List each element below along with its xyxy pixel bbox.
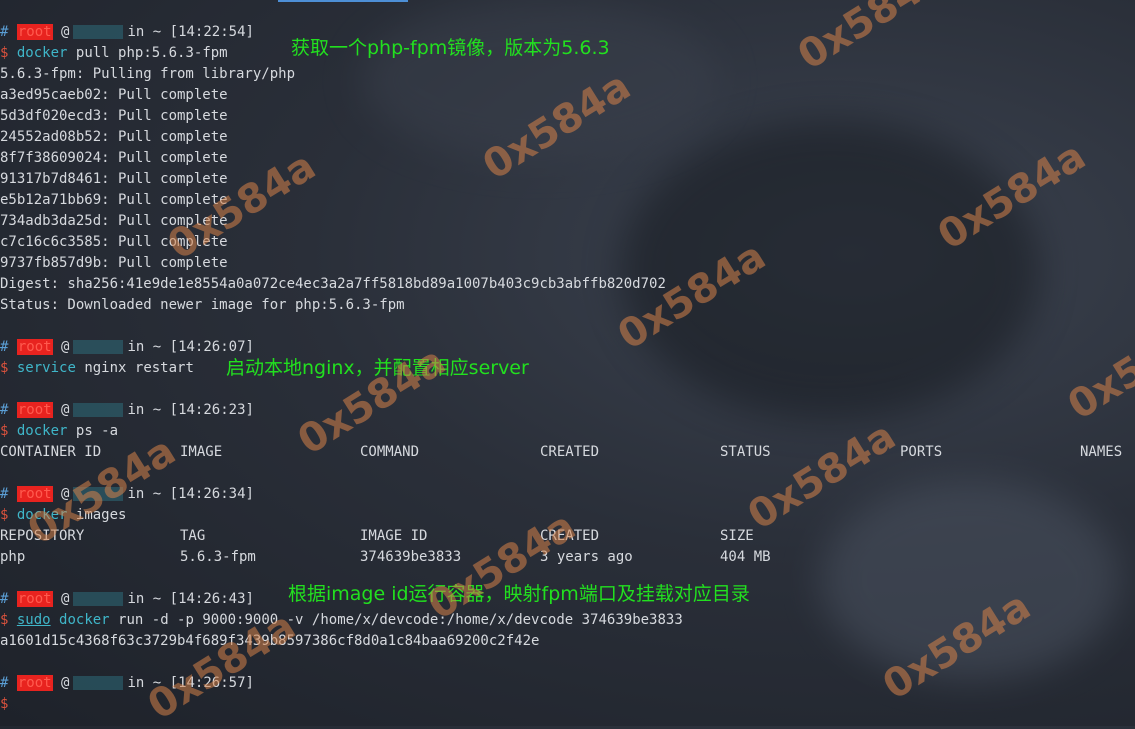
prompt-line: # root @ in ~ [14:26:07] <box>0 339 254 355</box>
output-line: e5b12a71bb69: Pull complete <box>0 192 228 208</box>
column-header: CONTAINER ID <box>0 444 102 460</box>
hostname-redacted <box>73 592 124 606</box>
prompt-time: [14:26:57] <box>169 675 254 691</box>
output-line: Digest: sha256:41e9de1e8554a0a072ce4ec3a… <box>0 276 666 292</box>
user-badge: root <box>16 591 53 607</box>
watermark: 0x584a <box>790 0 954 80</box>
column-header: CREATED <box>540 444 600 460</box>
column-header: STATUS <box>720 444 771 460</box>
output-line: a1601d15c4368f63c3729b4f689f3439b8597386… <box>0 633 540 649</box>
prompt-line: # root @ in ~ [14:26:43] <box>0 591 254 607</box>
column-header: SIZE <box>720 528 754 544</box>
column-header: PORTS <box>900 444 943 460</box>
hostname-redacted <box>73 487 124 501</box>
user-badge: root <box>16 339 53 355</box>
hostname-redacted <box>73 676 124 690</box>
hostname-redacted <box>73 403 124 417</box>
table-cell: 374639be3833 <box>360 549 462 565</box>
column-header: CREATED <box>540 528 600 544</box>
output-line: c7c16c6c3585: Pull complete <box>0 234 228 250</box>
prompt-line: # root @ in ~ [14:22:54] <box>0 24 254 40</box>
table-cell: php <box>0 549 26 565</box>
column-header: IMAGE ID <box>360 528 428 544</box>
table-cell: 3 years ago <box>540 549 633 565</box>
prompt-time: [14:26:43] <box>169 591 254 607</box>
table-row: php 5.6.3-fpm 374639be3833 3 years ago 4… <box>0 547 1135 568</box>
annotation-note: 获取一个php-fpm镜像，版本为5.6.3 <box>291 37 610 59</box>
output-line: 734adb3da25d: Pull complete <box>0 213 228 229</box>
prompt-line: # root @ in ~ [14:26:34] <box>0 486 254 502</box>
window-tab-indicator <box>278 0 408 2</box>
prompt-time: [14:26:34] <box>169 486 254 502</box>
user-badge: root <box>16 402 53 418</box>
table-cell: 5.6.3-fpm <box>180 549 256 565</box>
prompt-time: [14:22:54] <box>169 24 254 40</box>
column-header: TAG <box>180 528 206 544</box>
prompt-time: [14:26:07] <box>169 339 254 355</box>
output-line: 8f7f38609024: Pull complete <box>0 150 228 166</box>
output-line: 5d3df020ecd3: Pull complete <box>0 108 228 124</box>
command-line[interactable]: $ docker images <box>0 505 126 526</box>
table-header: REPOSITORY TAG IMAGE ID CREATED SIZE <box>0 526 1135 547</box>
watermark: 0x584a <box>1060 303 1135 430</box>
command-line[interactable]: $ docker pull php:5.6.3-fpm <box>0 43 228 64</box>
hostname-redacted <box>73 340 124 354</box>
table-cell: 404 MB <box>720 549 771 565</box>
user-badge: root <box>16 486 53 502</box>
annotation-note: 根据image id运行容器，映射fpm端口及挂载对应目录 <box>288 583 750 605</box>
output-line: 5.6.3-fpm: Pulling from library/php <box>0 66 296 82</box>
command-line[interactable]: $ service nginx restart <box>0 358 194 379</box>
prompt-time: [14:26:23] <box>169 402 254 418</box>
prompt-line: # root @ in ~ [14:26:57] <box>0 675 254 691</box>
command-line[interactable]: $ sudo docker run -d -p 9000:9000 -v /ho… <box>0 610 683 631</box>
command-line[interactable]: $ docker ps -a <box>0 421 118 442</box>
column-header: REPOSITORY <box>0 528 85 544</box>
output-line: Status: Downloaded newer image for php:5… <box>0 297 405 313</box>
user-badge: root <box>16 675 53 691</box>
user-badge: root <box>16 24 53 40</box>
column-header: IMAGE <box>180 444 223 460</box>
output-line: 9737fb857d9b: Pull complete <box>0 255 228 271</box>
prompt-line: # root @ in ~ [14:26:23] <box>0 402 254 418</box>
column-header: NAMES <box>1080 444 1123 460</box>
annotation-note: 启动本地nginx，并配置相应server <box>226 357 529 379</box>
hostname-redacted <box>73 25 124 39</box>
output-line: a3ed95caeb02: Pull complete <box>0 87 228 103</box>
column-header: COMMAND <box>360 444 420 460</box>
output-line: 91317b7d8461: Pull complete <box>0 171 228 187</box>
command-line[interactable]: $ <box>0 694 8 715</box>
table-header: CONTAINER ID IMAGE COMMAND CREATED STATU… <box>0 442 1135 463</box>
output-line: 24552ad08b52: Pull complete <box>0 129 228 145</box>
